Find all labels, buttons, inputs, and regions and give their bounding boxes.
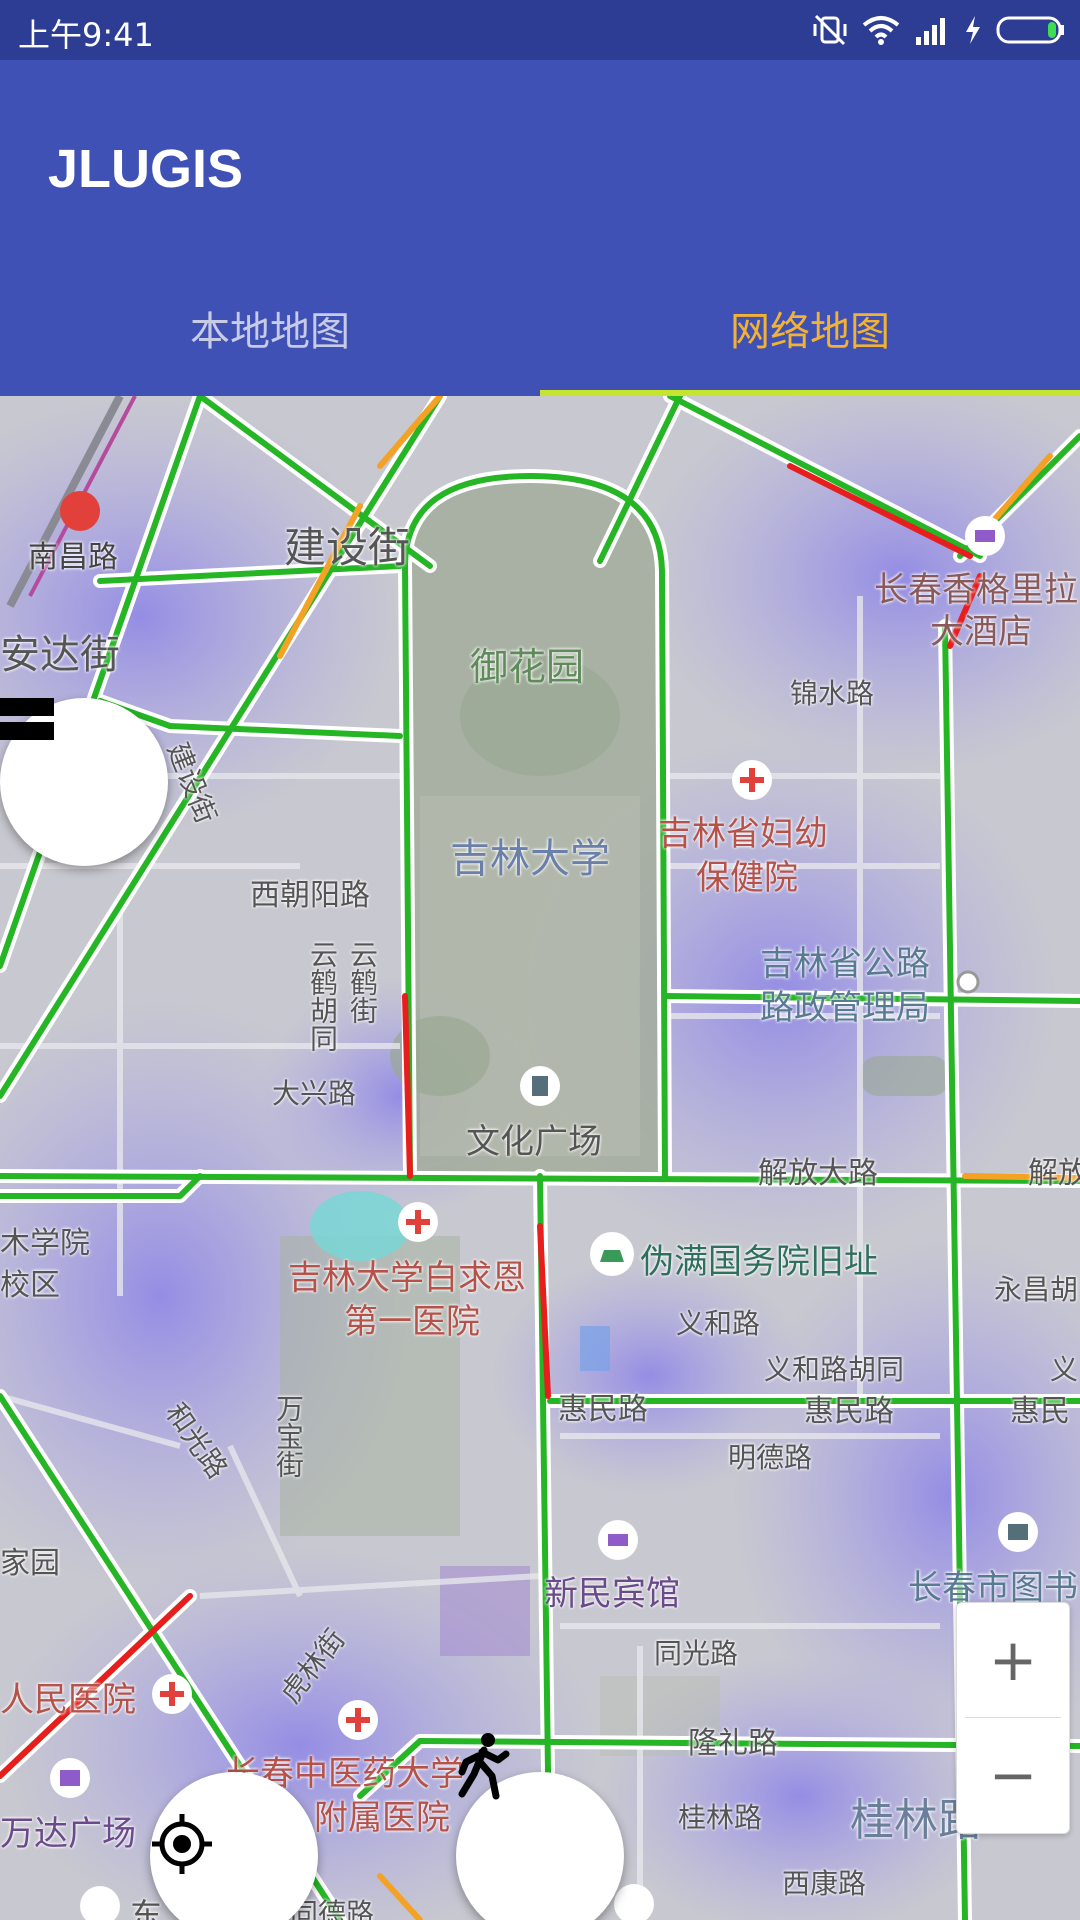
map-label: 第一医院	[344, 1302, 480, 1342]
zoom-in-button[interactable]: +	[957, 1603, 1069, 1717]
map-label: 文化广场	[466, 1122, 602, 1162]
status-icons	[812, 10, 1066, 50]
railway-station-icon[interactable]	[60, 491, 100, 531]
map-label: 惠民路	[558, 1392, 648, 1427]
map-label: 人民医院	[0, 1680, 136, 1720]
map-label: 校区	[0, 1268, 60, 1303]
map-label: 保健院	[696, 858, 798, 898]
map-label: 大兴路	[272, 1077, 357, 1110]
map-label: 吉林大学	[450, 836, 610, 882]
tab-local-map[interactable]: 本地地图	[0, 260, 540, 396]
map-label: 家园	[0, 1546, 60, 1581]
map-label: 东	[130, 1896, 163, 1920]
status-time: 上午9:41	[18, 16, 154, 54]
map-label: 南昌路	[28, 540, 118, 575]
map-label: 伪满国务院旧址	[640, 1242, 878, 1282]
map-label: 吉林大学白求恩	[288, 1258, 526, 1298]
walk-icon	[458, 1733, 510, 1800]
map-label: 大酒店	[930, 612, 1032, 652]
map-view[interactable]: 南昌路 建设街 安达街 御花园 锦水路 长春香格里拉 大酒店 吉林省妇幼 保健院…	[0, 396, 1080, 1920]
tab-network-map[interactable]: 网络地图	[540, 260, 1080, 396]
map-label: 万达广场	[0, 1814, 136, 1854]
signal-icon	[916, 18, 945, 45]
map-label: 解放大路	[758, 1156, 878, 1191]
zoom-in-label: +	[988, 1626, 1038, 1694]
map-label: 隆礼路	[688, 1726, 778, 1761]
map-label: 安达街	[0, 632, 120, 678]
wifi-icon	[862, 16, 900, 45]
map-label: 永昌胡	[994, 1273, 1079, 1306]
map-label: 锦水路	[790, 677, 875, 710]
map-label: 路政管理局	[760, 988, 930, 1028]
map-label: 桂林路	[678, 1801, 763, 1834]
map-label: 云鹤胡同	[306, 940, 339, 1052]
map-label: 西康路	[782, 1867, 867, 1900]
map-label: 同光路	[654, 1637, 739, 1670]
app-title: JLUGIS	[48, 139, 244, 199]
map-label: 义	[1050, 1353, 1079, 1386]
map-label: 御花园	[470, 645, 585, 689]
map-label: 新民宾馆	[544, 1574, 680, 1614]
map-label: 吉林省妇幼	[658, 814, 828, 854]
battery-icon	[996, 16, 1064, 44]
layers-button[interactable]	[0, 698, 168, 866]
map-label: 惠民路	[804, 1394, 894, 1429]
office-icon[interactable]	[956, 970, 980, 994]
map-label: 解放	[1028, 1156, 1080, 1191]
map-label: 西朝阳路	[250, 878, 370, 913]
zoom-controls: + −	[956, 1602, 1070, 1834]
map-label: 义和路胡同	[764, 1353, 905, 1386]
tab-bar: 本地地图 网络地图	[0, 260, 1080, 396]
map-label: 惠民	[1010, 1394, 1070, 1429]
map-label: 吉林省公路	[760, 944, 930, 984]
status-bar: 上午9:41	[0, 0, 1080, 60]
map-label: 云鹤街	[346, 940, 379, 1024]
vibrate-off-icon	[813, 14, 847, 46]
zoom-out-label: −	[988, 1741, 1038, 1809]
app-bar: JLUGIS	[0, 60, 1080, 260]
my-location-icon	[152, 1814, 212, 1874]
map-label: 建设街	[284, 523, 411, 572]
map-label: 义和路	[676, 1307, 761, 1340]
map-label: 明德路	[728, 1441, 813, 1474]
charging-icon	[966, 16, 980, 44]
zoom-out-button[interactable]: −	[957, 1718, 1069, 1832]
map-label: 木学院	[0, 1226, 90, 1261]
layers-icon	[0, 698, 54, 740]
map-label: 附属医院	[314, 1798, 450, 1838]
map-label: 万宝街	[272, 1394, 305, 1478]
